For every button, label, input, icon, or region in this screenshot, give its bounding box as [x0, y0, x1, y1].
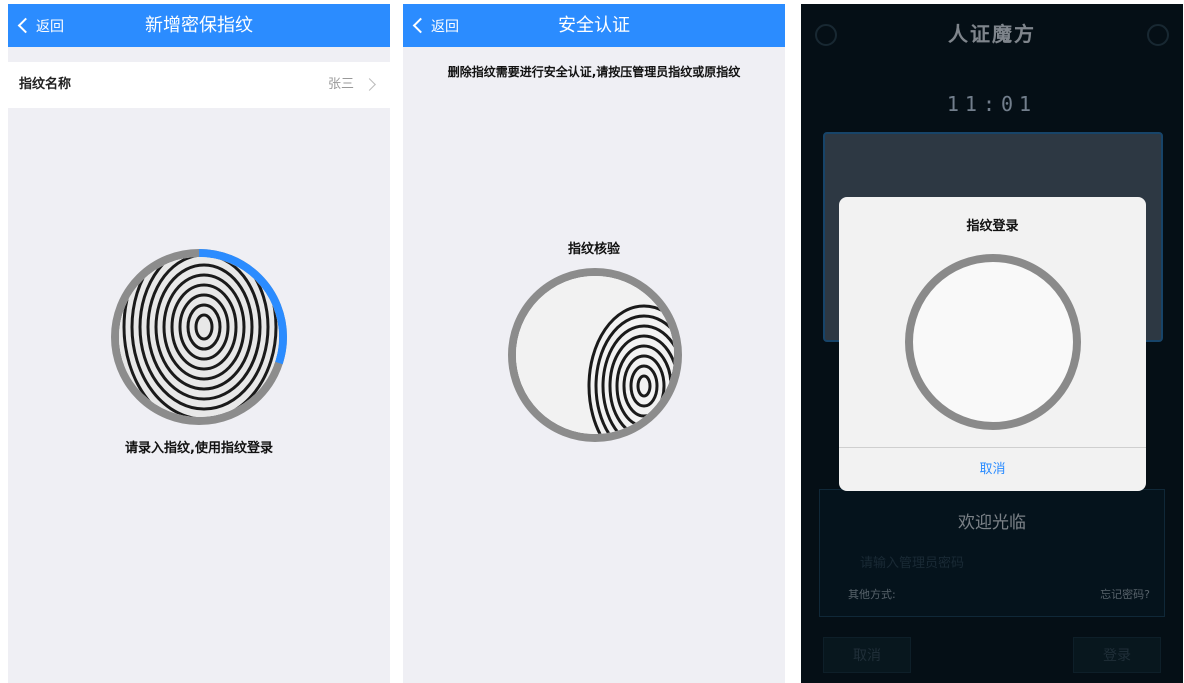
- fingerprint-name-label: 指纹名称: [19, 77, 72, 92]
- fingerprint-check-label: 指纹核验: [567, 242, 620, 257]
- fingerprint-login-dialog: 指纹登录 取消: [839, 197, 1146, 491]
- chevron-right-icon: [363, 78, 376, 91]
- chevron-left-icon: [412, 17, 429, 34]
- fingerprint-icon: [119, 257, 279, 417]
- kiosk-login-screen: 人证魔方 11:01 欢迎光临 请输入管理员密码 其他方式: 忘记密码? 取消 …: [801, 4, 1183, 683]
- nav-bar: 返回 新增密保指纹: [8, 4, 390, 47]
- security-auth-screen: 返回 安全认证 删除指纹需要进行安全认证,请按压管理员指纹或原指纹 指纹核验: [403, 4, 785, 683]
- fingerprint-icon: [516, 276, 674, 434]
- page-title: 安全认证: [558, 15, 630, 36]
- fingerprint-scan-circle: [507, 267, 683, 443]
- chevron-left-icon: [17, 17, 34, 34]
- auth-instruction: 删除指纹需要进行安全认证,请按压管理员指纹或原指纹: [447, 65, 741, 79]
- back-button[interactable]: 返回: [412, 4, 459, 47]
- back-label: 返回: [431, 18, 459, 35]
- fingerprint-placeholder-icon: [905, 254, 1081, 430]
- fingerprint-name-value: 张三: [327, 77, 354, 92]
- nav-bar: 返回 安全认证: [403, 4, 785, 47]
- dialog-cancel-button[interactable]: 取消: [839, 448, 1146, 491]
- fingerprint-name-row[interactable]: 指纹名称 张三: [8, 62, 390, 108]
- page-title: 新增密保指纹: [145, 15, 253, 36]
- back-label: 返回: [36, 18, 64, 35]
- enroll-fingerprint-screen: 返回 新增密保指纹 指纹名称 张三 请录入指纹,使用指纹登录: [8, 4, 390, 683]
- dialog-title: 指纹登录: [966, 219, 1019, 234]
- enroll-caption: 请录入指纹,使用指纹登录: [125, 441, 273, 456]
- back-button[interactable]: 返回: [17, 4, 64, 47]
- fingerprint-progress-ring: [109, 247, 289, 427]
